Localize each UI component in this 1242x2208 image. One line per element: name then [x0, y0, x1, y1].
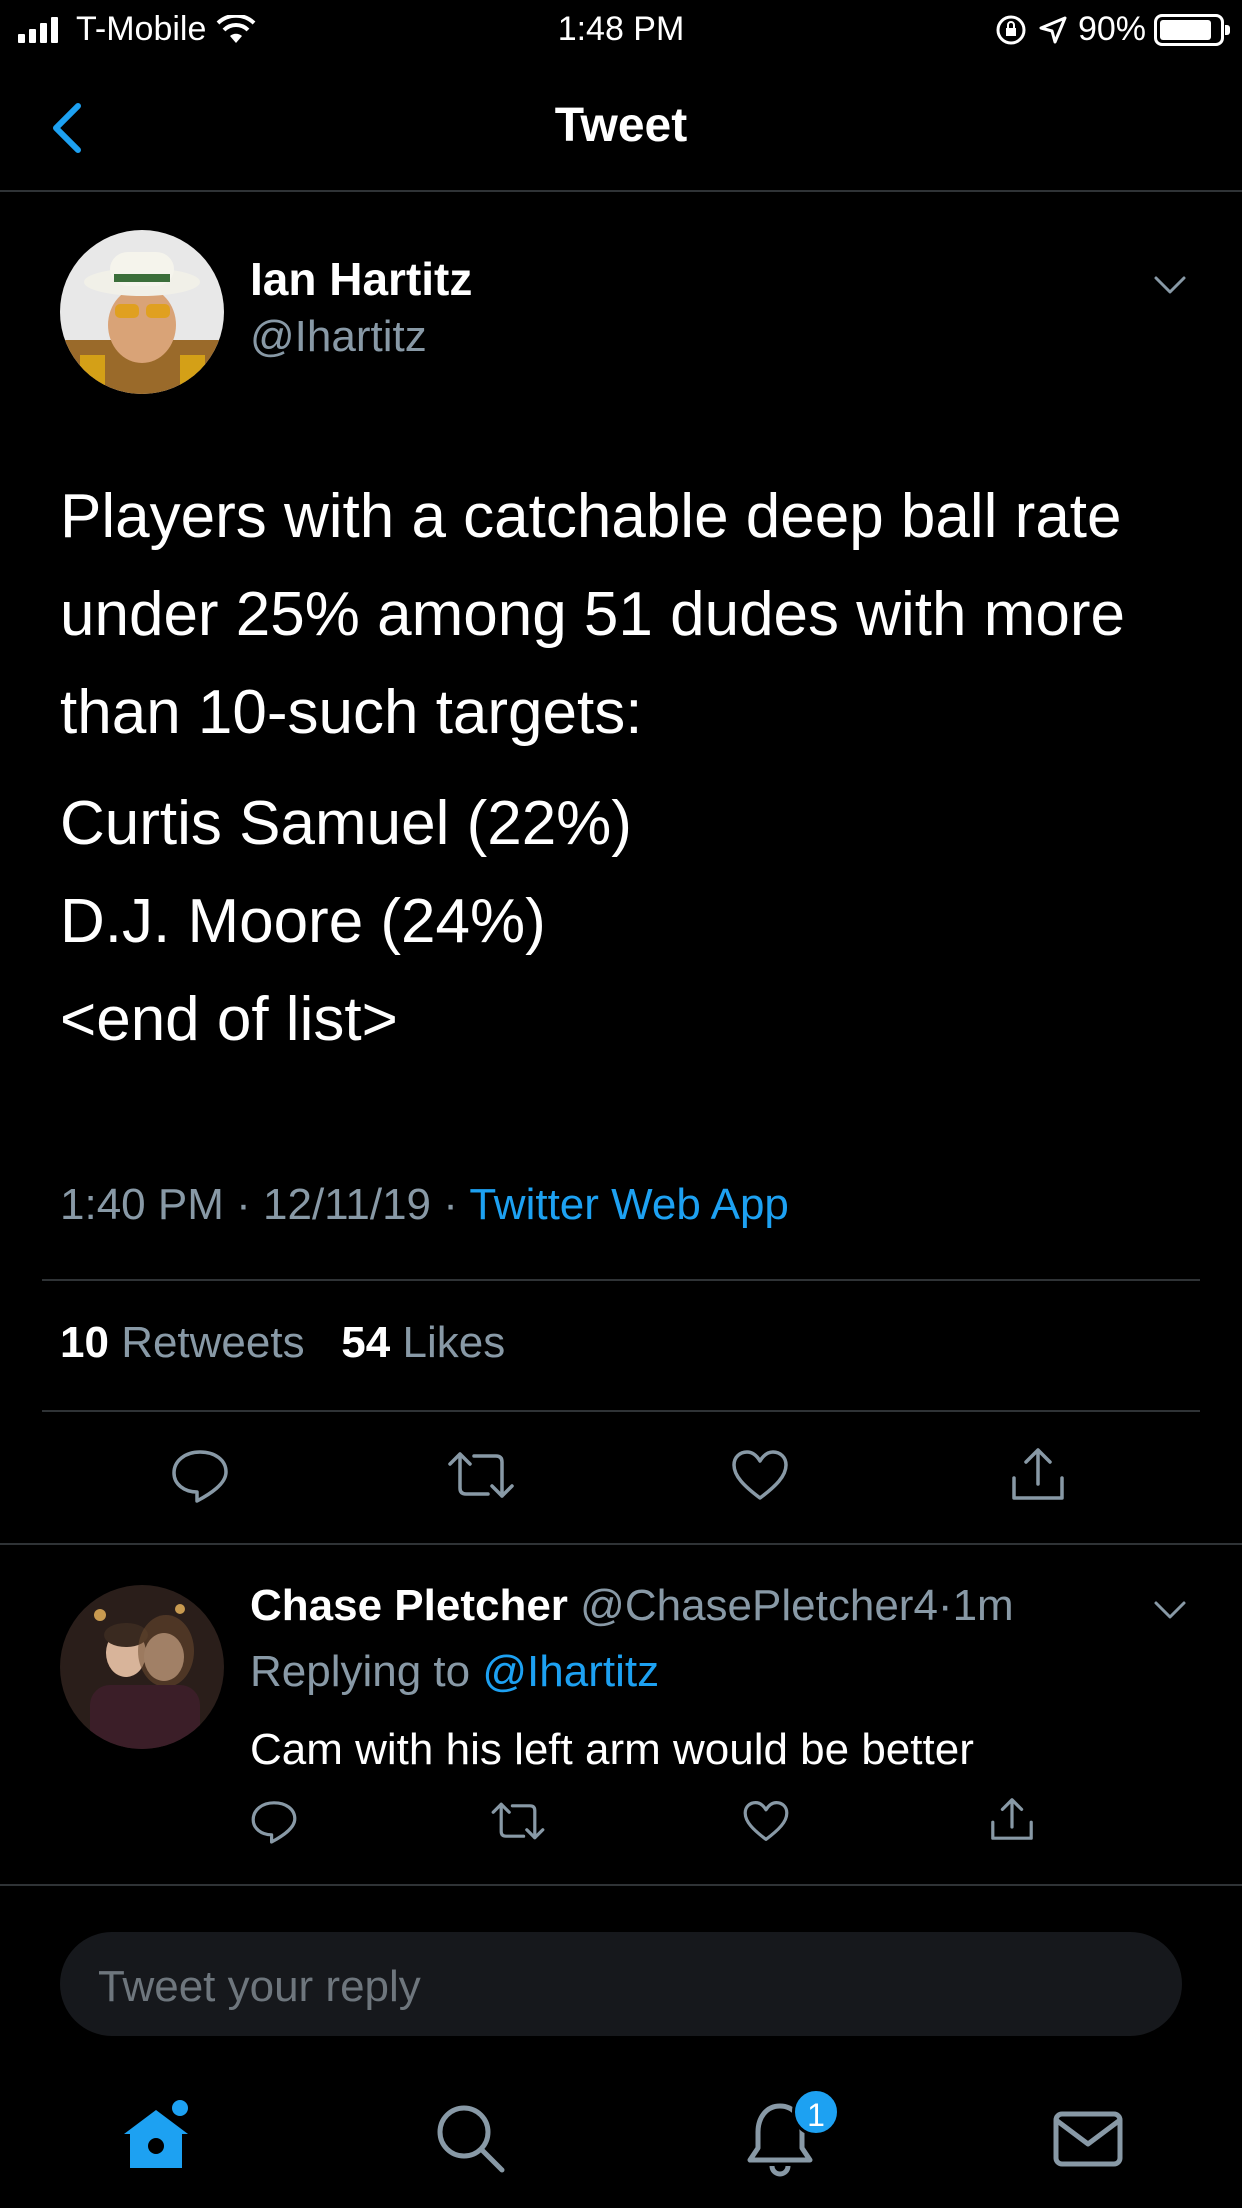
likes-stat[interactable]: 54 Likes	[341, 1318, 505, 1367]
notification-badge: 1	[792, 2088, 840, 2136]
chevron-down-icon[interactable]	[1150, 270, 1190, 300]
author-name[interactable]: Ian Hartitz	[250, 252, 472, 306]
meta-separator: ·	[443, 1180, 458, 1229]
battery-icon	[1154, 13, 1230, 46]
share-icon[interactable]	[1008, 1444, 1068, 1504]
divider	[42, 1279, 1200, 1281]
replying-to: Replying to @Ihartitz	[250, 1647, 659, 1697]
tweet-stats: 10 Retweets 54 Likes	[60, 1318, 505, 1368]
author-handle[interactable]: @Ihartitz	[250, 312, 427, 362]
avatar[interactable]	[60, 230, 224, 394]
reply-author-name[interactable]: Chase Pletcher	[250, 1581, 568, 1630]
reply-age: 1m	[952, 1581, 1014, 1630]
battery-percent: 90%	[1077, 10, 1146, 48]
tab-bar	[0, 2070, 1242, 2208]
status-bar: T-Mobile 1:48 PM 90%	[0, 0, 1242, 58]
location-icon	[1039, 16, 1067, 43]
retweets-stat[interactable]: 10 Retweets	[60, 1318, 305, 1367]
reply-tweet[interactable]: Chase Pletcher @ChasePletcher4·1m Replyi…	[0, 1543, 1242, 1886]
share-icon[interactable]	[988, 1795, 1036, 1843]
reply-icon[interactable]	[250, 1799, 298, 1845]
tweet-actions	[0, 1440, 1242, 1510]
replying-label: Replying to	[250, 1647, 471, 1696]
meta-separator: ·	[937, 1581, 953, 1630]
tweet-text: Players with a catchable deep ball rate …	[60, 482, 1125, 747]
list-item: Curtis Samuel (22%)	[60, 789, 632, 858]
tweet-date: 12/11/19	[263, 1180, 432, 1229]
list-item: <end of list>	[60, 985, 398, 1054]
chevron-down-icon[interactable]	[1150, 1595, 1190, 1625]
tweet-source-link[interactable]: Twitter Web App	[469, 1180, 789, 1229]
reply-actions	[0, 1795, 1242, 1855]
replying-mention-link[interactable]: @Ihartitz	[482, 1647, 659, 1696]
mail-icon[interactable]	[1048, 2098, 1128, 2178]
search-icon[interactable]	[430, 2098, 510, 2178]
reply-author-handle[interactable]: @ChasePletcher4	[580, 1581, 938, 1630]
tweet-time: 1:40 PM	[60, 1180, 224, 1229]
nav-bar: Tweet	[0, 58, 1242, 192]
tweet-meta: 1:40 PM · 12/11/19 · Twitter Web App	[60, 1180, 789, 1230]
home-icon[interactable]	[116, 2098, 196, 2178]
reply-composer[interactable]: Tweet your reply	[60, 1932, 1182, 2036]
retweet-icon[interactable]	[446, 1450, 516, 1500]
avatar[interactable]	[60, 1585, 224, 1749]
tweet-list: Curtis Samuel (22%) D.J. Moore (24%) <en…	[60, 775, 632, 1069]
reply-icon[interactable]	[170, 1448, 230, 1504]
divider	[42, 1410, 1200, 1412]
orientation-lock-icon	[996, 15, 1026, 44]
status-right: 90%	[994, 10, 1230, 49]
heart-icon[interactable]	[730, 1448, 790, 1502]
retweet-icon[interactable]	[490, 1801, 546, 1841]
list-item: D.J. Moore (24%)	[60, 887, 546, 956]
reply-header: Chase Pletcher @ChasePletcher4·1m	[250, 1581, 1014, 1631]
reply-text: Cam with his left arm would be better	[250, 1725, 974, 1774]
heart-icon[interactable]	[742, 1799, 790, 1843]
page-title: Tweet	[554, 99, 688, 152]
reply-input-placeholder[interactable]: Tweet your reply	[98, 1962, 421, 2012]
meta-separator: ·	[236, 1180, 251, 1229]
